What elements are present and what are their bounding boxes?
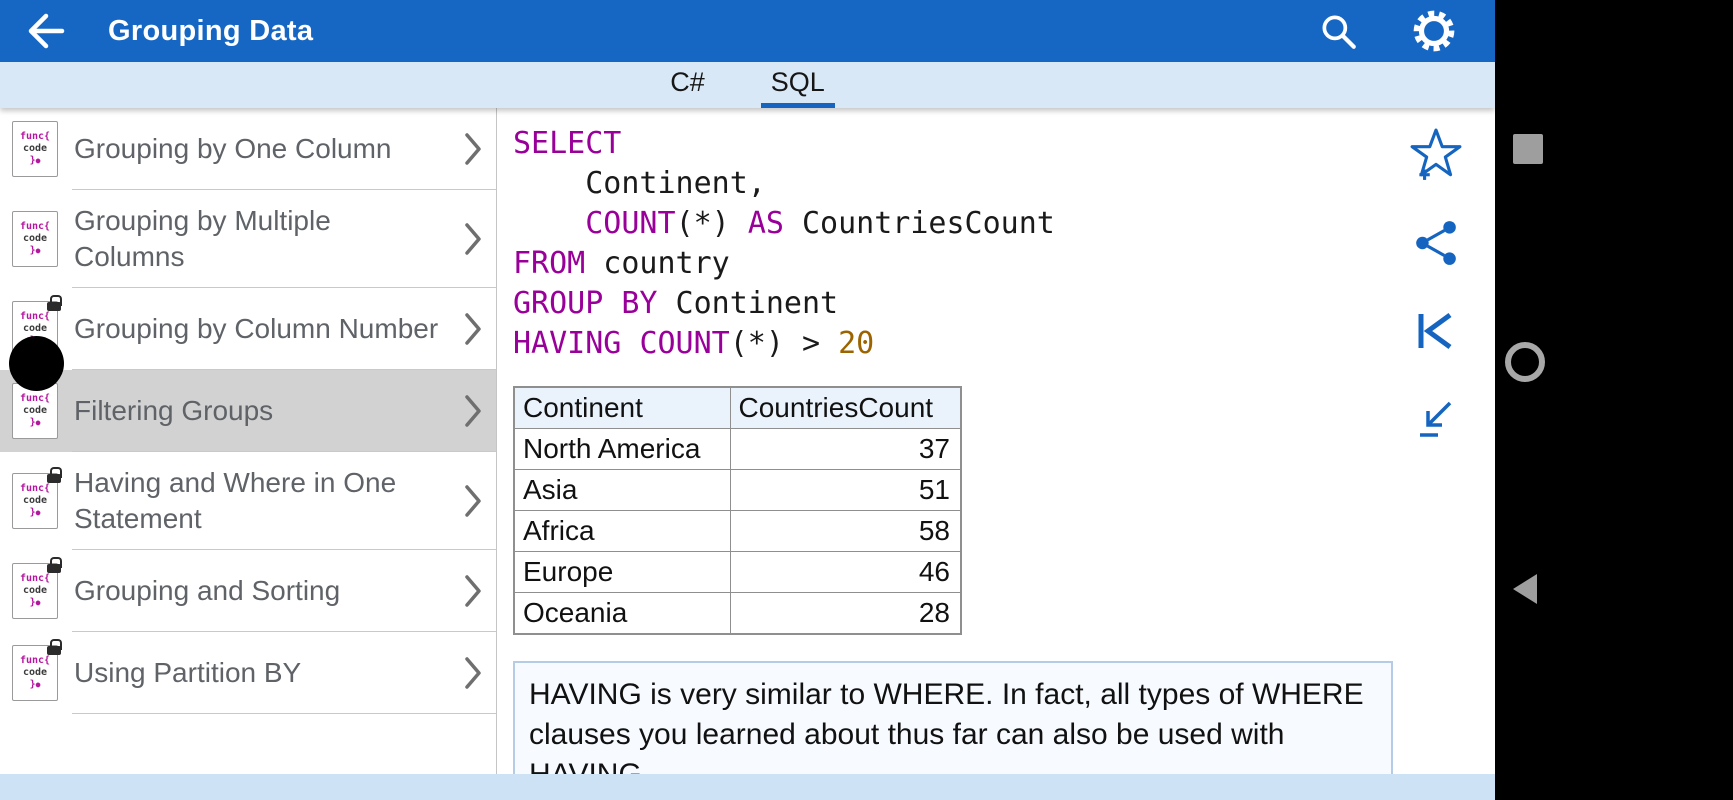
collapse-button[interactable]	[1409, 392, 1463, 446]
app-screen: Grouping Data C# SQL func{code}● Grouping…	[0, 0, 1733, 800]
lesson-item[interactable]: func{code}●Grouping by Column Number	[0, 288, 496, 370]
chevron-right-icon	[465, 313, 481, 345]
share-button[interactable]	[1409, 216, 1463, 270]
table-body: North America 37 Asia 51 Africa 58 Europe 46 Oce…	[513, 428, 962, 635]
app-bar: Grouping Data	[0, 0, 1495, 62]
lock-icon	[47, 467, 62, 483]
code-file-icon: func{code}●	[12, 557, 62, 619]
page-title: Grouping Data	[108, 14, 314, 47]
skip-to-start-icon	[1418, 312, 1452, 350]
lock-icon	[47, 295, 62, 311]
code-line: FROM country	[513, 246, 730, 281]
code-file-icon: func{code}●	[12, 211, 58, 267]
code-line: SELECT	[513, 126, 622, 161]
code-file-icon: func{code}●	[12, 639, 62, 701]
lesson-item[interactable]: func{code}● Using Partition BY	[0, 632, 496, 714]
circle-icon	[1505, 342, 1545, 382]
tab-sql[interactable]: SQL	[760, 62, 835, 108]
lesson-label: Having and Where in One Statement	[74, 467, 397, 534]
table-cell: Asia	[513, 469, 731, 511]
chevron-right-icon	[465, 133, 481, 165]
home-button[interactable]	[1505, 342, 1545, 382]
skip-to-start-button[interactable]	[1409, 304, 1463, 358]
table-cell: Oceania	[513, 592, 731, 635]
lock-icon	[47, 557, 62, 573]
nav-back-button[interactable]	[1513, 574, 1537, 604]
code-file-icon: func{code}●	[12, 467, 62, 529]
search-button[interactable]	[1315, 8, 1361, 54]
back-arrow-icon	[28, 13, 65, 49]
lesson-item[interactable]: func{code}● Filtering Groups	[0, 370, 496, 452]
result-table: Continent CountriesCount North America 37 A…	[513, 386, 962, 635]
table-cell: 46	[729, 551, 962, 593]
gear-icon	[1413, 10, 1455, 52]
android-nav-bar	[1495, 0, 1733, 800]
code-line: HAVING COUNT(*) > 20	[513, 326, 875, 361]
table-cell: 51	[729, 469, 962, 511]
lesson-item[interactable]: func{code}● Grouping by One Column	[0, 108, 496, 190]
search-icon	[1322, 15, 1356, 49]
lesson-label: Filtering Groups	[74, 395, 274, 426]
table-cell: Europe	[513, 551, 731, 593]
lesson-label: Grouping by One Column	[74, 133, 392, 164]
settings-button[interactable]	[1409, 6, 1459, 56]
table-row: Africa 58	[513, 510, 962, 552]
code-file-icon: func{code}●	[12, 121, 58, 177]
table-row: Oceania 28	[513, 592, 962, 635]
chevron-right-icon	[465, 395, 481, 427]
code-line: COUNT(*) AS CountriesCount	[585, 206, 1055, 241]
code-block: SELECT Continent, COUNT(*) AS CountriesC…	[513, 124, 1495, 364]
table-cell: 28	[729, 592, 962, 635]
table-cell: 37	[729, 428, 962, 470]
lesson-content: SELECT Continent, COUNT(*) AS CountriesC…	[498, 108, 1495, 800]
bottom-strip	[0, 774, 1495, 800]
table-cell: 58	[729, 510, 962, 552]
chevron-right-icon	[465, 223, 481, 255]
share-icon	[1416, 221, 1456, 265]
chevron-right-icon	[465, 485, 481, 517]
lesson-label: Grouping and Sorting	[74, 575, 341, 606]
table-row: Europe 46	[513, 551, 962, 593]
lesson-label: Using Partition BY	[74, 657, 302, 688]
triangle-left-icon	[1513, 574, 1537, 604]
touch-pointer-overlay	[9, 336, 64, 391]
favorite-add-button[interactable]	[1409, 128, 1463, 182]
lesson-label: Grouping by Multiple Columns	[74, 205, 331, 272]
lesson-label: Grouping by Column Number	[74, 313, 439, 344]
lesson-list: func{code}● Grouping by One Column func{co…	[0, 108, 497, 800]
lesson-item[interactable]: func{code}● Grouping by Multiple Columns	[0, 190, 496, 288]
table-cell: Africa	[513, 510, 731, 552]
code-file-icon: func{code}●	[12, 383, 58, 439]
lesson-item[interactable]: func{code}● Having and Where in One State…	[0, 452, 496, 550]
action-rail	[1405, 128, 1467, 446]
code-line: Continent,	[513, 166, 766, 201]
square-icon	[1513, 134, 1543, 164]
arrow-down-left-icon	[1420, 401, 1452, 437]
code-line: GROUP BY Continent	[513, 286, 839, 321]
star-plus-icon	[1410, 128, 1462, 180]
chevron-right-icon	[465, 657, 481, 689]
lock-icon	[47, 639, 62, 655]
table-header-cell: Continent	[513, 386, 731, 429]
tab-csharp[interactable]: C#	[660, 62, 715, 108]
lesson-item[interactable]: func{code}● Grouping and Sorting	[0, 550, 496, 632]
recents-button[interactable]	[1513, 134, 1543, 164]
tab-strip: C# SQL	[0, 62, 1495, 108]
table-header-cell: CountriesCount	[729, 386, 962, 429]
table-header-row: Continent CountriesCount	[513, 386, 962, 429]
table-row: North America 37	[513, 428, 962, 470]
back-button[interactable]	[20, 5, 72, 57]
chevron-right-icon	[465, 575, 481, 607]
table-row: Asia 51	[513, 469, 962, 511]
table-cell: North America	[513, 428, 731, 470]
